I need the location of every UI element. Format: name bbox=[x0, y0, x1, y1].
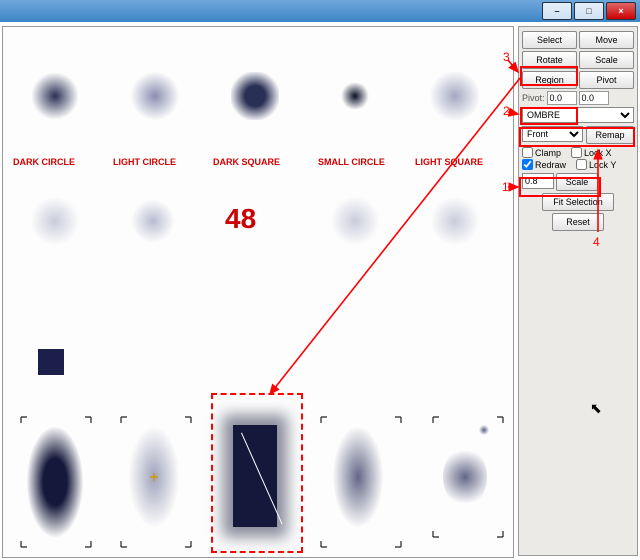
redraw-checkbox[interactable]: Redraw bbox=[522, 159, 566, 170]
pivot-x-input[interactable] bbox=[547, 91, 577, 105]
rotate-button[interactable]: Rotate bbox=[522, 51, 577, 69]
label-dark-square: DARK SQUARE bbox=[213, 157, 280, 167]
scale-value-input[interactable] bbox=[522, 173, 554, 189]
brush-light-square bbox=[431, 72, 479, 120]
tool-panel: Select Move Rotate Scale Region Pivot Pi… bbox=[518, 26, 638, 556]
ombre-select[interactable]: OMBRE bbox=[522, 107, 634, 123]
window-minimize-button[interactable]: – bbox=[542, 2, 572, 20]
annotation-number-48: 48 bbox=[225, 203, 256, 235]
brush-dark-square bbox=[231, 72, 279, 120]
brush-bottom-5-dot bbox=[479, 425, 489, 435]
fit-selection-button[interactable]: Fit Selection bbox=[542, 193, 614, 211]
mouse-cursor-icon: ⬉ bbox=[590, 400, 602, 417]
clamp-checkbox[interactable]: Clamp bbox=[522, 147, 561, 158]
window-close-button[interactable]: × bbox=[606, 2, 636, 20]
brush-row2-5 bbox=[431, 197, 479, 245]
pivot-button[interactable]: Pivot bbox=[579, 71, 634, 89]
front-select[interactable]: Front bbox=[522, 126, 583, 142]
brush-dark-circle bbox=[31, 72, 79, 120]
brush-bottom-2 bbox=[129, 427, 179, 527]
reset-button[interactable]: Reset bbox=[552, 213, 604, 231]
brush-row2-1 bbox=[31, 197, 79, 245]
brush-bottom-5 bbox=[443, 447, 487, 507]
brush-light-circle bbox=[131, 72, 179, 120]
brush-bottom-1 bbox=[27, 427, 83, 537]
brush-row2-4 bbox=[331, 197, 379, 245]
remap-button[interactable]: Remap bbox=[586, 126, 634, 144]
label-small-circle: SMALL CIRCLE bbox=[318, 157, 385, 167]
scale-button[interactable]: Scale bbox=[579, 51, 634, 69]
canvas-area[interactable]: DARK CIRCLE LIGHT CIRCLE DARK SQUARE SMA… bbox=[2, 26, 514, 558]
select-button[interactable]: Select bbox=[522, 31, 577, 49]
scale-apply-button[interactable]: Scale bbox=[556, 173, 598, 191]
pivot-y-input[interactable] bbox=[579, 91, 609, 105]
move-button[interactable]: Move bbox=[579, 31, 634, 49]
brush-small-circle bbox=[341, 82, 369, 110]
solid-square bbox=[38, 349, 64, 375]
brush-bottom-4 bbox=[333, 427, 383, 527]
locky-checkbox[interactable]: Lock Y bbox=[576, 159, 616, 170]
title-bar: – □ × bbox=[0, 0, 640, 22]
lockx-checkbox[interactable]: Lock X bbox=[571, 147, 612, 158]
label-dark-circle: DARK CIRCLE bbox=[13, 157, 75, 167]
window-maximize-button[interactable]: □ bbox=[574, 2, 604, 20]
brush-row2-2 bbox=[131, 199, 175, 243]
region-selection bbox=[211, 393, 303, 553]
pivot-label: Pivot: bbox=[522, 93, 545, 103]
label-light-square: LIGHT SQUARE bbox=[415, 157, 483, 167]
label-light-circle: LIGHT CIRCLE bbox=[113, 157, 176, 167]
region-button[interactable]: Region bbox=[522, 71, 577, 89]
